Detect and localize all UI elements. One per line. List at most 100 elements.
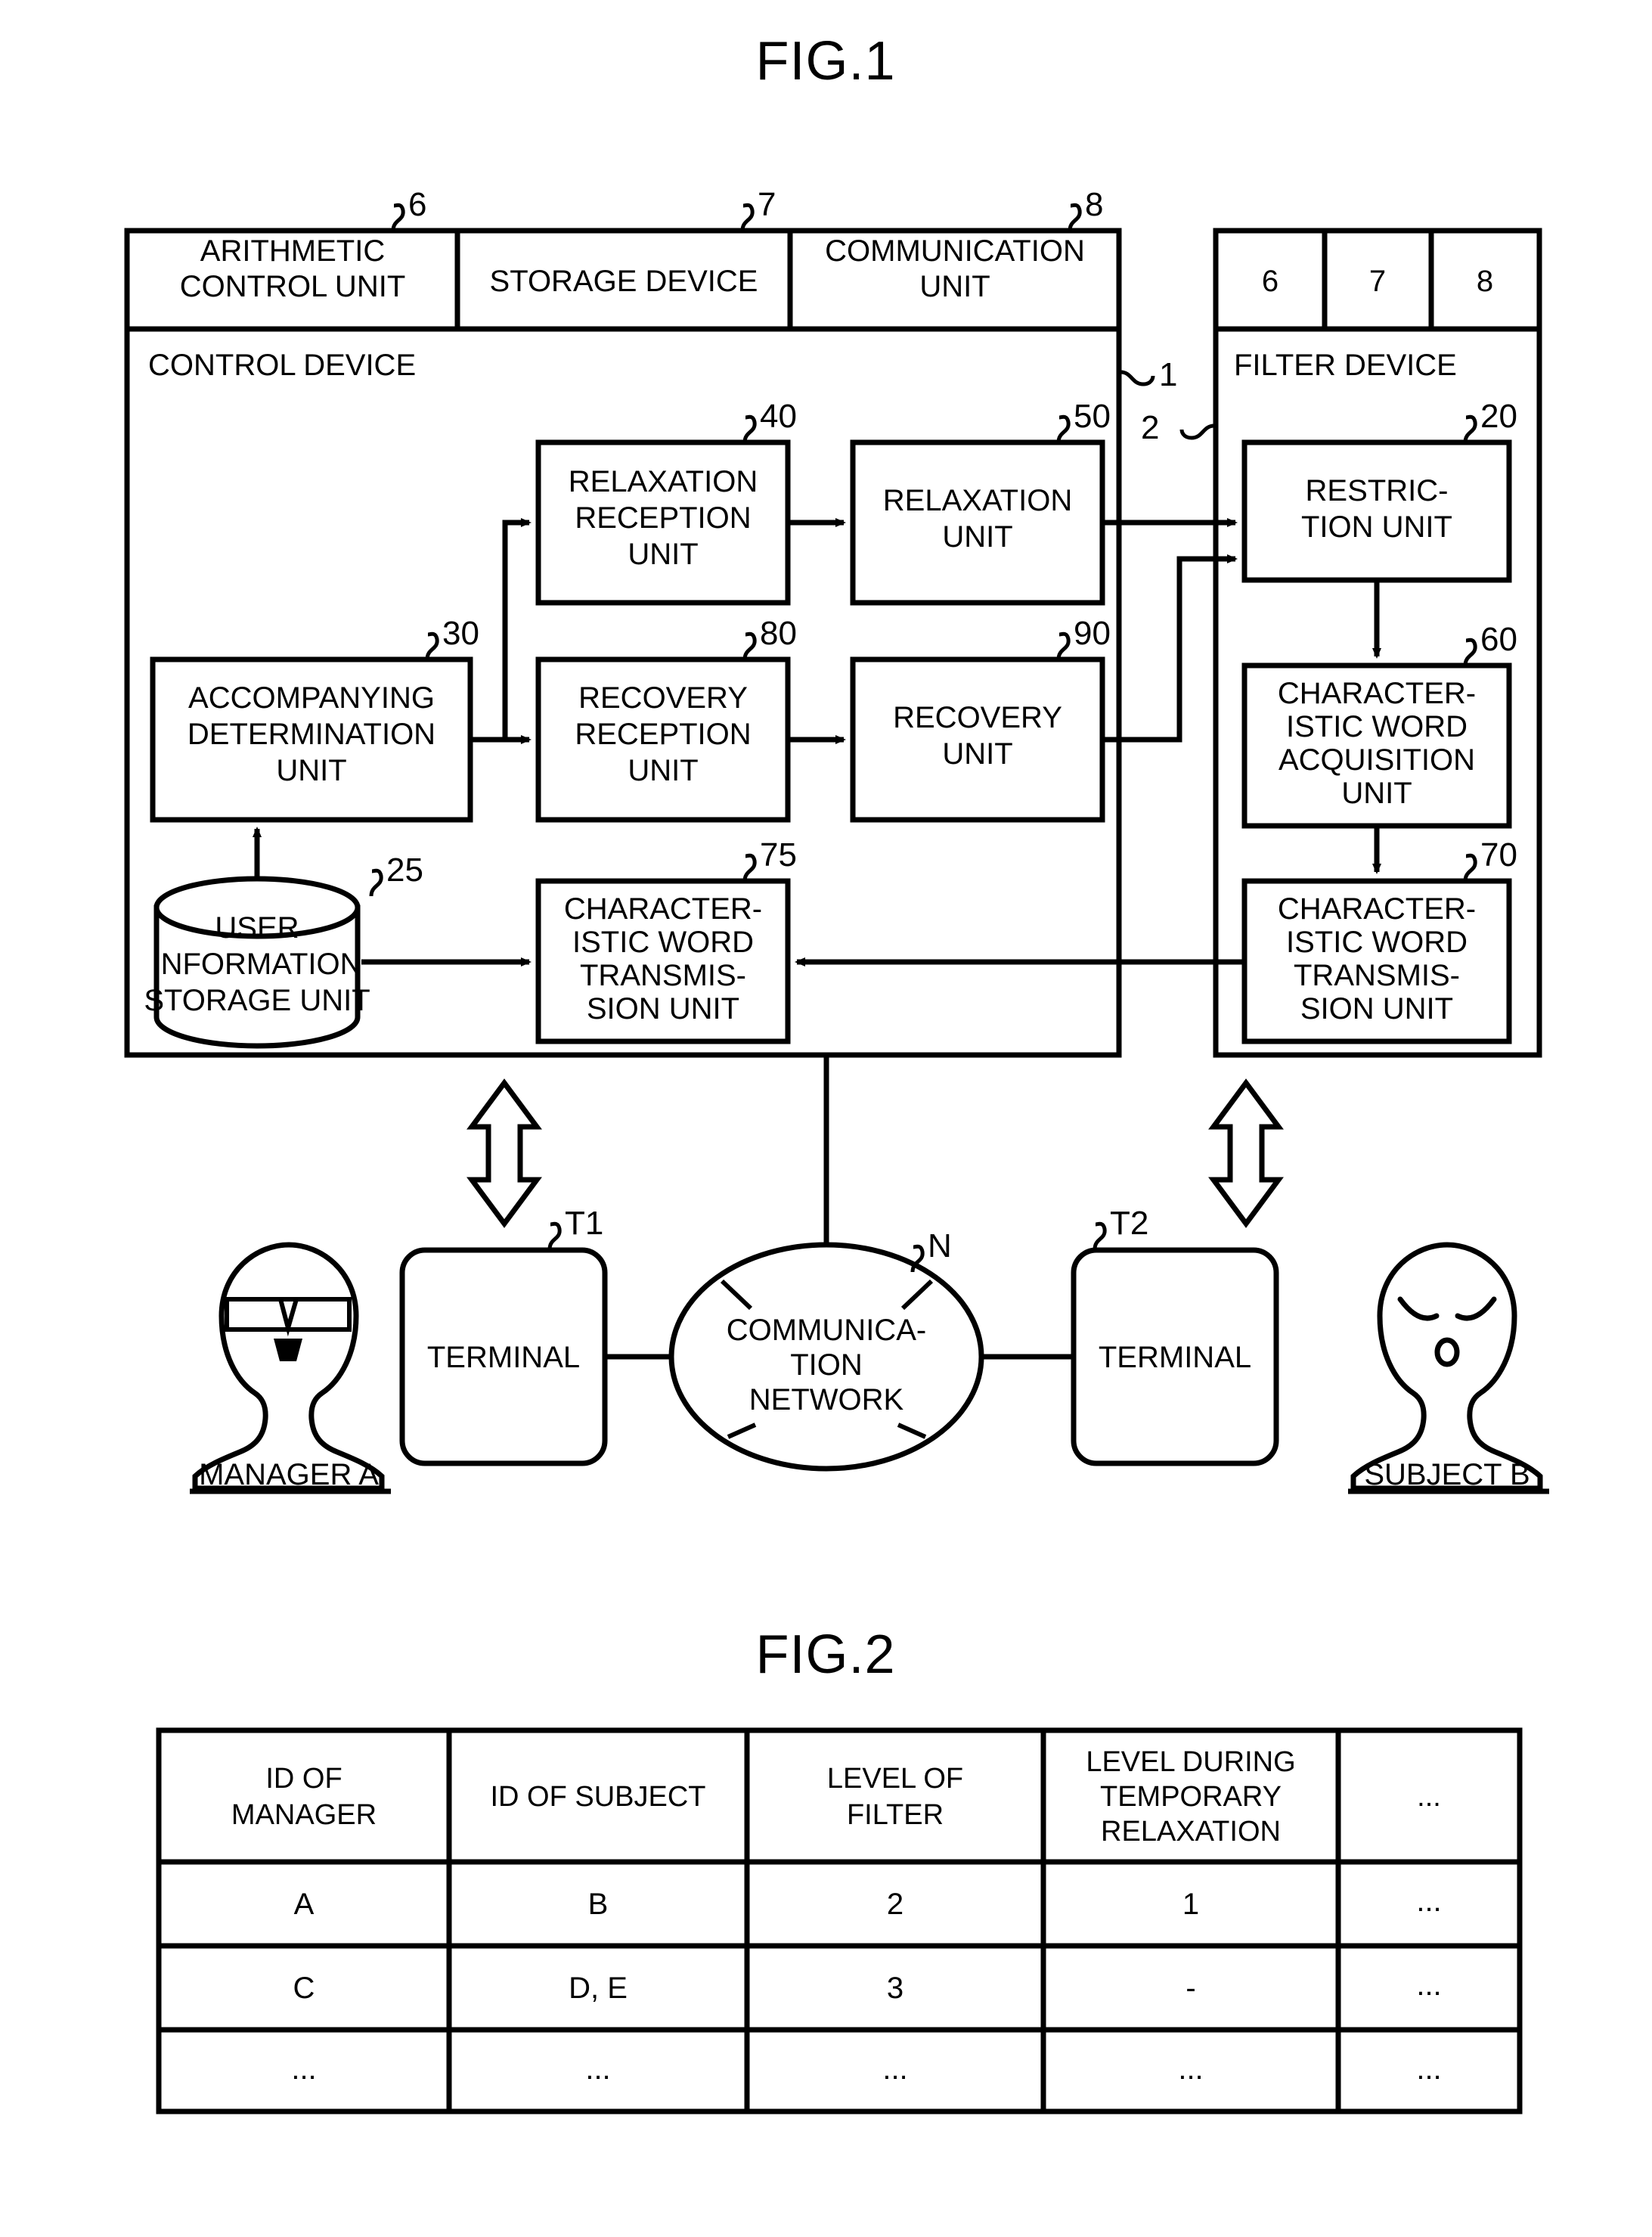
- recovery-reception-unit-line2: RECEPTION: [575, 718, 751, 751]
- cw-acquisition-unit-line2: ISTIC WORD: [1286, 710, 1468, 743]
- filter-hw-cell-7: 7: [1369, 265, 1386, 298]
- lead-line-t2: [1093, 1221, 1107, 1250]
- lead-line-50: [1056, 414, 1071, 443]
- ref-num-6: 6: [408, 186, 426, 223]
- lead-line-40: [742, 414, 757, 443]
- relaxation-reception-unit-line1: RELAXATION: [569, 465, 758, 498]
- table-cell-r2-c3: ...: [1178, 2052, 1203, 2086]
- accompanying-determination-unit-line3: UNIT: [276, 754, 346, 787]
- recovery-reception-unit-line1: RECOVERY: [578, 681, 748, 715]
- table-cell-r2-c4: ...: [1416, 2052, 1441, 2086]
- filter-device-label: FILTER DEVICE: [1234, 349, 1457, 382]
- ref-num-n: N: [928, 1227, 952, 1264]
- terminal-t2-label: TERMINAL: [1099, 1341, 1251, 1374]
- filter-hw-cell-6: 6: [1262, 265, 1279, 298]
- lead-line-80: [742, 631, 757, 660]
- accompanying-determination-unit-line2: DETERMINATION: [188, 718, 435, 751]
- subject-label: SUBJECT B: [1364, 1458, 1530, 1491]
- double-arrow-filter-to-terminal2: [1208, 1078, 1284, 1228]
- ref-num-8: 8: [1085, 186, 1103, 223]
- restriction-unit-line1: RESTRIC-: [1306, 474, 1449, 507]
- arithmetic-control-unit-label-line2: CONTROL UNIT: [180, 270, 406, 303]
- table-cell-r1-c1: D, E: [569, 1972, 628, 2005]
- recovery-unit-line2: UNIT: [942, 737, 1012, 771]
- ref-num-1: 1: [1159, 356, 1177, 393]
- user-information-storage-unit-line3: STORAGE UNIT: [144, 984, 370, 1017]
- table-cell-r2-c2: ...: [882, 2052, 907, 2086]
- ref-num-90: 90: [1074, 615, 1111, 652]
- table-cell-r0-c2: 2: [887, 1888, 903, 1921]
- table-cell-r1-c2: 3: [887, 1972, 903, 2005]
- lead-line-25: [369, 868, 383, 897]
- ref-num-7: 7: [758, 186, 776, 223]
- table-cell-r1-c0: C: [293, 1972, 315, 2005]
- table-header-4-line1: ...: [1417, 1781, 1441, 1813]
- table-cell-r2-c1: ...: [585, 2052, 610, 2086]
- ref-num-t1: T1: [565, 1205, 603, 1242]
- table-header-3-line3: RELAXATION: [1101, 1816, 1281, 1848]
- cw-transmission-unit-control-line1: CHARACTER-: [564, 892, 762, 926]
- cw-transmission-unit-filter-line4: SION UNIT: [1300, 992, 1453, 1025]
- network-label-line3: NETWORK: [749, 1383, 904, 1416]
- communication-unit-label-line2: UNIT: [919, 270, 990, 303]
- network-label-line2: TION: [790, 1348, 863, 1382]
- cw-transmission-unit-filter-line1: CHARACTER-: [1278, 892, 1476, 926]
- user-information-storage-unit-line1: USER: [215, 911, 299, 945]
- patent-figure-sheet: FIG.1 ARITHMETIC CONTROL UNIT STORAGE DE…: [0, 0, 1652, 2237]
- control-device-label: CONTROL DEVICE: [148, 349, 416, 382]
- filter-hw-cell-8: 8: [1477, 265, 1493, 298]
- recovery-reception-unit-line3: UNIT: [628, 754, 698, 787]
- lead-line-60: [1463, 638, 1477, 666]
- table-cell-r1-c3: -: [1186, 1972, 1195, 2005]
- lead-line-90: [1056, 631, 1071, 660]
- table-header-3-line1: LEVEL DURING: [1086, 1746, 1295, 1778]
- cw-transmission-unit-control-line2: ISTIC WORD: [572, 926, 754, 959]
- lead-line-70: [1463, 853, 1477, 882]
- cw-acquisition-unit-line1: CHARACTER-: [1278, 677, 1476, 710]
- table-header-2-line1: LEVEL OF: [827, 1763, 963, 1795]
- network-label-line1: COMMUNICA-: [727, 1314, 926, 1347]
- table-cell-r0-c0: A: [294, 1888, 315, 1921]
- fig1-title: FIG.1: [755, 31, 895, 92]
- manager-label: MANAGER A: [199, 1458, 379, 1491]
- cw-transmission-unit-filter-line2: ISTIC WORD: [1286, 926, 1468, 959]
- ref-num-60: 60: [1480, 621, 1517, 658]
- table-header-0-line1: ID OF: [265, 1763, 342, 1795]
- restriction-unit-line2: TION UNIT: [1301, 510, 1452, 544]
- ref-num-40: 40: [760, 398, 797, 435]
- lead-line-75: [742, 853, 757, 882]
- cw-acquisition-unit-line4: UNIT: [1341, 777, 1412, 810]
- cw-transmission-unit-control-line3: TRANSMIS-: [580, 959, 746, 992]
- ref-num-20: 20: [1480, 398, 1517, 435]
- cw-transmission-unit-filter-line3: TRANSMIS-: [1294, 959, 1460, 992]
- figure-canvas: FIG.1 ARITHMETIC CONTROL UNIT STORAGE DE…: [124, 31, 1549, 2114]
- ref-num-50: 50: [1074, 398, 1111, 435]
- table-cell-r1-c4: ...: [1416, 1969, 1441, 2002]
- lead-line-2: [1179, 424, 1215, 440]
- ref-num-30: 30: [442, 615, 479, 652]
- relaxation-unit-line2: UNIT: [942, 520, 1012, 554]
- subject-avatar: [1348, 1242, 1549, 1494]
- ref-num-25: 25: [386, 852, 423, 889]
- recovery-unit-line1: RECOVERY: [893, 701, 1062, 734]
- accompanying-determination-unit-line1: ACCOMPANYING: [188, 681, 435, 715]
- relaxation-reception-unit-line2: RECEPTION: [575, 501, 751, 535]
- storage-device-label: STORAGE DEVICE: [490, 265, 758, 298]
- table-cell-r2-c0: ...: [291, 2052, 316, 2086]
- manager-avatar: [190, 1242, 391, 1494]
- user-information-storage-unit-line2: INFORMATION: [152, 948, 361, 981]
- lead-line-t1: [547, 1221, 562, 1250]
- table-cell-r0-c4: ...: [1416, 1885, 1441, 1918]
- lead-line-20: [1463, 414, 1477, 443]
- ref-num-70: 70: [1480, 836, 1517, 873]
- table-cell-r0-c3: 1: [1182, 1888, 1199, 1921]
- table-header-1-line1: ID OF SUBJECT: [490, 1781, 705, 1813]
- relaxation-reception-unit-line3: UNIT: [628, 538, 698, 571]
- arithmetic-control-unit-label-line1: ARITHMETIC: [200, 234, 385, 268]
- cw-transmission-unit-control-line4: SION UNIT: [587, 992, 739, 1025]
- lead-line-7: [740, 203, 755, 231]
- ref-num-2: 2: [1141, 409, 1159, 446]
- terminal-t1-label: TERMINAL: [427, 1341, 580, 1374]
- ref-num-75: 75: [760, 836, 797, 873]
- table-header-2-line2: FILTER: [847, 1799, 944, 1831]
